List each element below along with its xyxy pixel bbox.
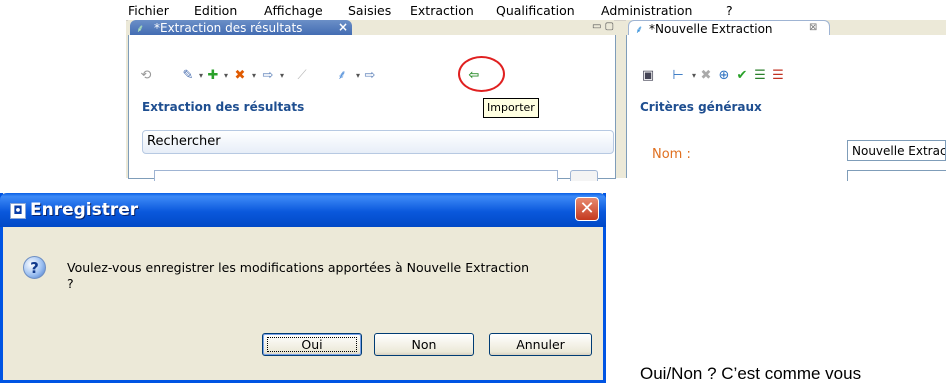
tab-label: *Nouvelle Extraction <box>649 22 773 36</box>
dialog-title: Enregistrer <box>30 200 139 220</box>
tab-label: *Extraction des résultats <box>154 21 303 35</box>
dialog-message: Voulez-vous enregistrer les modification… <box>67 260 530 275</box>
caption-text: Oui/Non ? C’est comme vous <box>640 364 862 383</box>
disabled-action-icon: ⟋ <box>297 68 307 83</box>
menu-help[interactable]: ? <box>726 3 733 18</box>
non-label: Non <box>411 337 437 352</box>
left-section-title: Extraction des résultats <box>142 100 305 114</box>
dropdown-icon[interactable]: ▾ <box>274 68 290 84</box>
search-section-header[interactable]: Rechercher <box>142 130 614 154</box>
close-button[interactable]: ✕ <box>575 197 599 221</box>
search-label: Rechercher <box>147 134 221 149</box>
oui-button[interactable]: Oui <box>262 333 362 356</box>
remove-icon[interactable]: ✖ <box>698 68 714 84</box>
menu-edition[interactable]: Edition <box>194 3 237 18</box>
save-icon[interactable]: ▣ <box>640 68 656 84</box>
nom-field[interactable]: Nouvelle Extraction <box>847 140 946 161</box>
menu-fichier[interactable]: Fichier <box>128 3 169 18</box>
menu-qualification[interactable]: Qualification <box>496 3 575 18</box>
non-button[interactable]: Non <box>374 333 474 356</box>
filter-icon[interactable]: ⸙ <box>334 68 350 84</box>
align-icon[interactable]: ☰ <box>752 68 768 84</box>
menu-affichage[interactable]: Affichage <box>264 3 323 18</box>
menu-extraction[interactable]: Extraction <box>410 3 474 18</box>
minimize-maximize-icon[interactable]: ▭ ▢ <box>592 21 614 32</box>
align-2-icon[interactable]: ☰ <box>770 68 786 84</box>
refresh-icon[interactable]: ⟲ <box>138 68 154 84</box>
app-icon: ◘ <box>10 203 26 219</box>
right-section-title: Critères généraux <box>640 100 762 114</box>
extraction-icon: ⸙ <box>136 22 145 35</box>
globe-icon[interactable]: ⊕ <box>716 68 732 84</box>
menu-bar: Fichier Edition Affichage Saisies Extrac… <box>126 0 946 21</box>
tab-close-icon[interactable]: × <box>338 20 348 34</box>
dialog-message-end: ? <box>67 276 74 291</box>
tab-close-icon[interactable]: ⊠ <box>809 22 817 33</box>
search-button[interactable] <box>570 170 598 181</box>
question-icon: ? <box>23 256 46 279</box>
import-tooltip: Importer <box>483 98 539 118</box>
menu-saisies[interactable]: Saisies <box>348 3 391 18</box>
search-input[interactable] <box>154 170 558 181</box>
menu-administration[interactable]: Administration <box>601 3 692 18</box>
nom-label: Nom : <box>652 147 691 162</box>
annuler-label: Annuler <box>516 337 565 352</box>
annuler-button[interactable]: Annuler <box>489 333 592 356</box>
validate-icon[interactable]: ✔ <box>734 68 750 84</box>
export-2-icon[interactable]: ⇨ <box>362 68 378 84</box>
next-field[interactable] <box>847 170 946 181</box>
tree-icon[interactable]: ⊢ <box>670 68 686 84</box>
highlight-circle <box>458 56 505 92</box>
focus-ring <box>267 337 357 352</box>
